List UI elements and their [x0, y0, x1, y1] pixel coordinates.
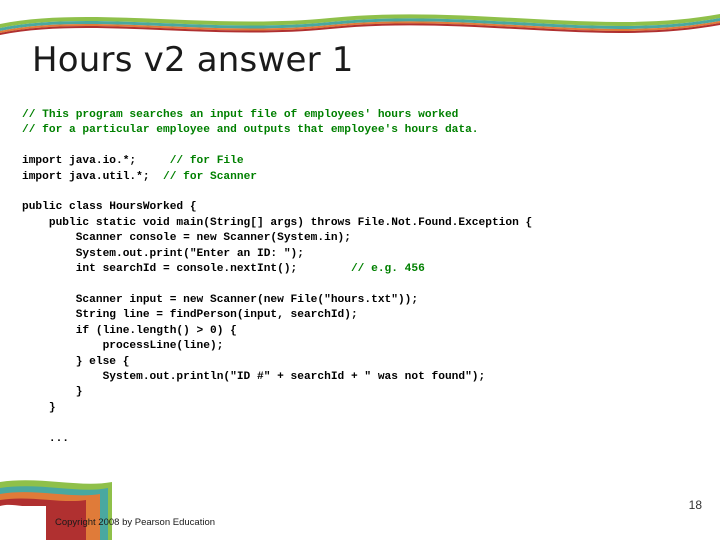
code-text: processLine(line); [22, 340, 224, 353]
code-text: } [22, 401, 56, 414]
code-line: public class HoursWorked { [22, 200, 702, 215]
code-comment: // for File [169, 155, 244, 168]
copyright-notice: Copyright 2008 by Pearson Education [55, 517, 216, 528]
code-line: System.out.print("Enter an ID: "); [22, 247, 702, 262]
code-text: public static void main(String[] args) t… [22, 216, 533, 229]
code-text: public class HoursWorked { [22, 201, 197, 214]
code-line: Scanner console = new Scanner(System.in)… [22, 231, 702, 246]
code-text: int searchId = console.nextInt(); [22, 263, 351, 276]
code-text: import java.util.*; [22, 170, 163, 183]
code-line: if (line.length() > 0) { [22, 324, 702, 339]
bottom-decoration [0, 480, 180, 540]
code-text: if (line.length() > 0) { [22, 324, 237, 337]
code-line: System.out.println("ID #" + searchId + "… [22, 370, 702, 385]
slide: Hours v2 answer 1 // This program search… [0, 0, 720, 540]
code-text: Scanner console = new Scanner(System.in)… [22, 232, 351, 245]
code-comment: // for Scanner [163, 170, 257, 183]
code-line: import java.util.*; // for Scanner [22, 170, 702, 185]
top-decoration [0, 0, 720, 40]
code-line: processLine(line); [22, 339, 702, 354]
code-line: ... [22, 432, 702, 447]
code-line: } [22, 401, 702, 416]
code-comment: // e.g. 456 [350, 263, 425, 276]
code-text: import java.io.*; [22, 155, 170, 168]
code-text: System.out.print("Enter an ID: "); [22, 247, 304, 260]
code-text: System.out.println("ID #" + searchId + "… [22, 370, 486, 383]
code-line: } else { [22, 355, 702, 370]
code-line: String line = findPerson(input, searchId… [22, 308, 702, 323]
code-line: import java.io.*; // for File [22, 154, 702, 169]
code-line: // This program searches an input file o… [22, 108, 702, 123]
code-line: int searchId = console.nextInt(); // e.g… [22, 262, 702, 277]
code-line: } [22, 385, 702, 400]
page-title: Hours v2 answer 1 [32, 40, 354, 80]
code-line: public static void main(String[] args) t… [22, 216, 702, 231]
code-text: ... [22, 432, 69, 445]
code-text: } else { [22, 355, 130, 368]
code-text: } [22, 386, 83, 399]
code-line: // for a particular employee and outputs… [22, 123, 702, 138]
page-number: 18 [688, 498, 702, 512]
code-line: Scanner input = new Scanner(new File("ho… [22, 293, 702, 308]
code-block: // This program searches an input file o… [22, 108, 702, 447]
code-comment: // for a particular employee and outputs… [22, 124, 479, 137]
code-text: String line = findPerson(input, searchId… [22, 309, 358, 322]
code-text: Scanner input = new Scanner(new File("ho… [22, 293, 419, 306]
code-comment: // This program searches an input file o… [22, 109, 459, 121]
